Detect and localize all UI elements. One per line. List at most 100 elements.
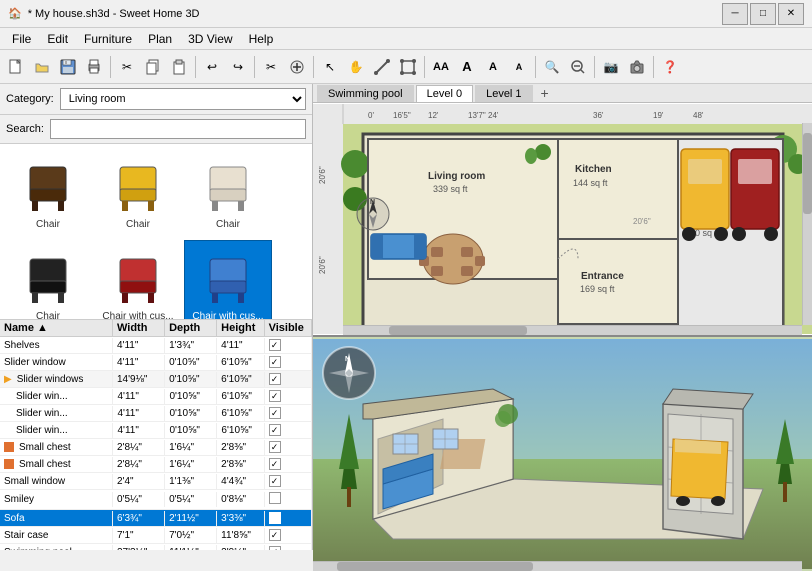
tb-delete[interactable]: ✂ (259, 55, 283, 79)
vis-swimming-pool[interactable] (269, 546, 281, 550)
grid-item-2[interactable]: Chair (94, 148, 182, 238)
tb-help[interactable]: ❓ (658, 55, 682, 79)
col-header-height[interactable]: Height (217, 320, 264, 336)
2d-v-scrollbar[interactable] (802, 123, 812, 325)
2d-h-scrollbar[interactable] (343, 325, 802, 335)
menu-plan[interactable]: Plan (140, 30, 180, 48)
tb-zoom-in[interactable]: 🔍 (540, 55, 564, 79)
close-button[interactable]: ✕ (778, 3, 804, 25)
row-small-chest1[interactable]: Small chest 2'8¼" 1'6¼" 2'8⅜" (0, 439, 312, 456)
menu-help[interactable]: Help (241, 30, 282, 48)
tb-paste[interactable] (167, 55, 191, 79)
row-sofa-visible[interactable] (265, 510, 312, 526)
top-view-2d[interactable]: 0' 12' 24' 36' 48' 16'5" 13'7" 19' 20'6"… (313, 103, 812, 337)
tb-text-a-large[interactable]: A (455, 55, 479, 79)
tb-camera[interactable]: 📷 (599, 55, 623, 79)
row-slider-windows-visible[interactable] (265, 371, 312, 387)
vis-slider-windows[interactable] (269, 373, 281, 385)
bottom-view-3d[interactable]: N (313, 337, 812, 571)
minimize-button[interactable]: ─ (722, 3, 748, 25)
vis-small-chest1[interactable] (269, 441, 281, 453)
vis-slider-win3[interactable] (269, 424, 281, 436)
tb-undo[interactable]: ↩ (200, 55, 224, 79)
vis-small-window[interactable] (269, 475, 281, 487)
row-slider-window[interactable]: Slider window 4'11" 0'10⅝" 6'10⅝" (0, 354, 312, 371)
row-smiley[interactable]: Smiley 0'5¼" 0'5¼" 0'8⅛" (0, 490, 312, 510)
grid-item-6[interactable]: Chair with cus... (184, 240, 272, 320)
menu-furniture[interactable]: Furniture (76, 30, 140, 48)
vis-slider-win2[interactable] (269, 407, 281, 419)
grid-item-5[interactable]: Chair with cus... (94, 240, 182, 320)
tb-new[interactable] (4, 55, 28, 79)
menu-file[interactable]: File (4, 30, 39, 48)
row-small-window-visible[interactable] (265, 473, 312, 489)
tb-add-furniture[interactable] (285, 55, 309, 79)
row-slider-windows-group[interactable]: ▶Slider windows 14'9⅛" 0'10⅝" 6'10⅝" (0, 371, 312, 388)
tb-save[interactable] (56, 55, 80, 79)
vis-shelves[interactable] (269, 339, 281, 351)
row-slider-win1-visible[interactable] (265, 388, 312, 404)
row-sofa[interactable]: Sofa 6'3¾" 2'11½" 3'3⅜" (0, 510, 312, 527)
tb-zoom-out[interactable] (566, 55, 590, 79)
grid-item-1-label: Chair (36, 219, 60, 230)
grid-item-4[interactable]: Chair (4, 240, 92, 320)
vis-slider-win1[interactable] (269, 390, 281, 402)
tb-print[interactable] (82, 55, 106, 79)
tab-swimming-pool[interactable]: Swimming pool (317, 85, 414, 102)
tb-create-room[interactable] (396, 55, 420, 79)
search-input[interactable] (50, 119, 306, 139)
row-stair-case[interactable]: Stair case 7'1" 7'0½" 11'8⅝" (0, 527, 312, 544)
row-smiley-width: 0'5¼" (113, 492, 165, 507)
col-header-name[interactable]: Name ▲ (0, 320, 113, 336)
row-swimming-pool-visible[interactable] (265, 544, 312, 550)
grid-item-1[interactable]: Chair (4, 148, 92, 238)
menu-3dview[interactable]: 3D View (180, 30, 240, 48)
row-slider-win2-visible[interactable] (265, 405, 312, 421)
tb-cut[interactable]: ✂ (115, 55, 139, 79)
row-small-chest1-width: 2'8¼" (113, 440, 165, 455)
row-stair-case-visible[interactable] (265, 527, 312, 543)
tb-text-aa[interactable]: AA (429, 55, 453, 79)
nav-control[interactable]: N (321, 345, 377, 401)
row-small-chest1-visible[interactable] (265, 439, 312, 455)
row-slider-win1[interactable]: Slider win... 4'11" 0'10⅝" 6'10⅝" (0, 388, 312, 405)
tb-copy[interactable] (141, 55, 165, 79)
tab-level-0[interactable]: Level 0 (416, 85, 473, 102)
tb-camera2[interactable] (625, 55, 649, 79)
row-stair-case-height: 11'8⅝" (217, 528, 264, 543)
row-small-window[interactable]: Small window 2'4" 1'1⅜" 4'4¾" (0, 473, 312, 490)
row-small-chest2[interactable]: Small chest 2'8¼" 1'6¼" 2'8⅜" (0, 456, 312, 473)
tb-text-a-small[interactable]: A (507, 55, 531, 79)
row-slider-win3[interactable]: Slider win... 4'11" 0'10⅝" 6'10⅝" (0, 422, 312, 439)
row-slider-window-visible[interactable] (265, 354, 312, 370)
row-shelves[interactable]: Shelves 4'11" 1'3¾" 4'11" (0, 337, 312, 354)
tb-create-wall[interactable] (370, 55, 394, 79)
col-header-visible[interactable]: Visible (265, 320, 312, 336)
row-slider-win3-visible[interactable] (265, 422, 312, 438)
vis-smiley[interactable] (269, 492, 281, 504)
vis-stair-case[interactable] (269, 529, 281, 541)
row-smiley-visible[interactable] (265, 490, 312, 509)
3d-h-scrollbar[interactable] (313, 561, 802, 571)
tb-text-a-med[interactable]: A (481, 55, 505, 79)
tab-add-button[interactable]: + (535, 84, 555, 102)
row-shelves-visible[interactable] (265, 337, 312, 353)
vis-slider-window[interactable] (269, 356, 281, 368)
row-slider-win2[interactable]: Slider win... 4'11" 0'10⅝" 6'10⅝" (0, 405, 312, 422)
vis-small-chest2[interactable] (269, 458, 281, 470)
tb-redo[interactable]: ↪ (226, 55, 250, 79)
row-swimming-pool[interactable]: Swimming pool 27'3½" 11'1½" 2'9½" (0, 544, 312, 550)
menu-edit[interactable]: Edit (39, 30, 76, 48)
svg-text:Kitchen: Kitchen (575, 164, 612, 175)
col-header-width[interactable]: Width (113, 320, 165, 336)
col-header-depth[interactable]: Depth (165, 320, 217, 336)
tb-open[interactable] (30, 55, 54, 79)
category-select[interactable]: Living room Bedroom Kitchen Bathroom All (60, 88, 306, 110)
vis-sofa[interactable] (269, 512, 281, 524)
tb-select[interactable]: ↖ (318, 55, 342, 79)
row-small-chest2-visible[interactable] (265, 456, 312, 472)
grid-item-3[interactable]: Chair (184, 148, 272, 238)
tb-pan[interactable]: ✋ (344, 55, 368, 79)
maximize-button[interactable]: □ (750, 3, 776, 25)
tab-level-1[interactable]: Level 1 (475, 85, 532, 102)
